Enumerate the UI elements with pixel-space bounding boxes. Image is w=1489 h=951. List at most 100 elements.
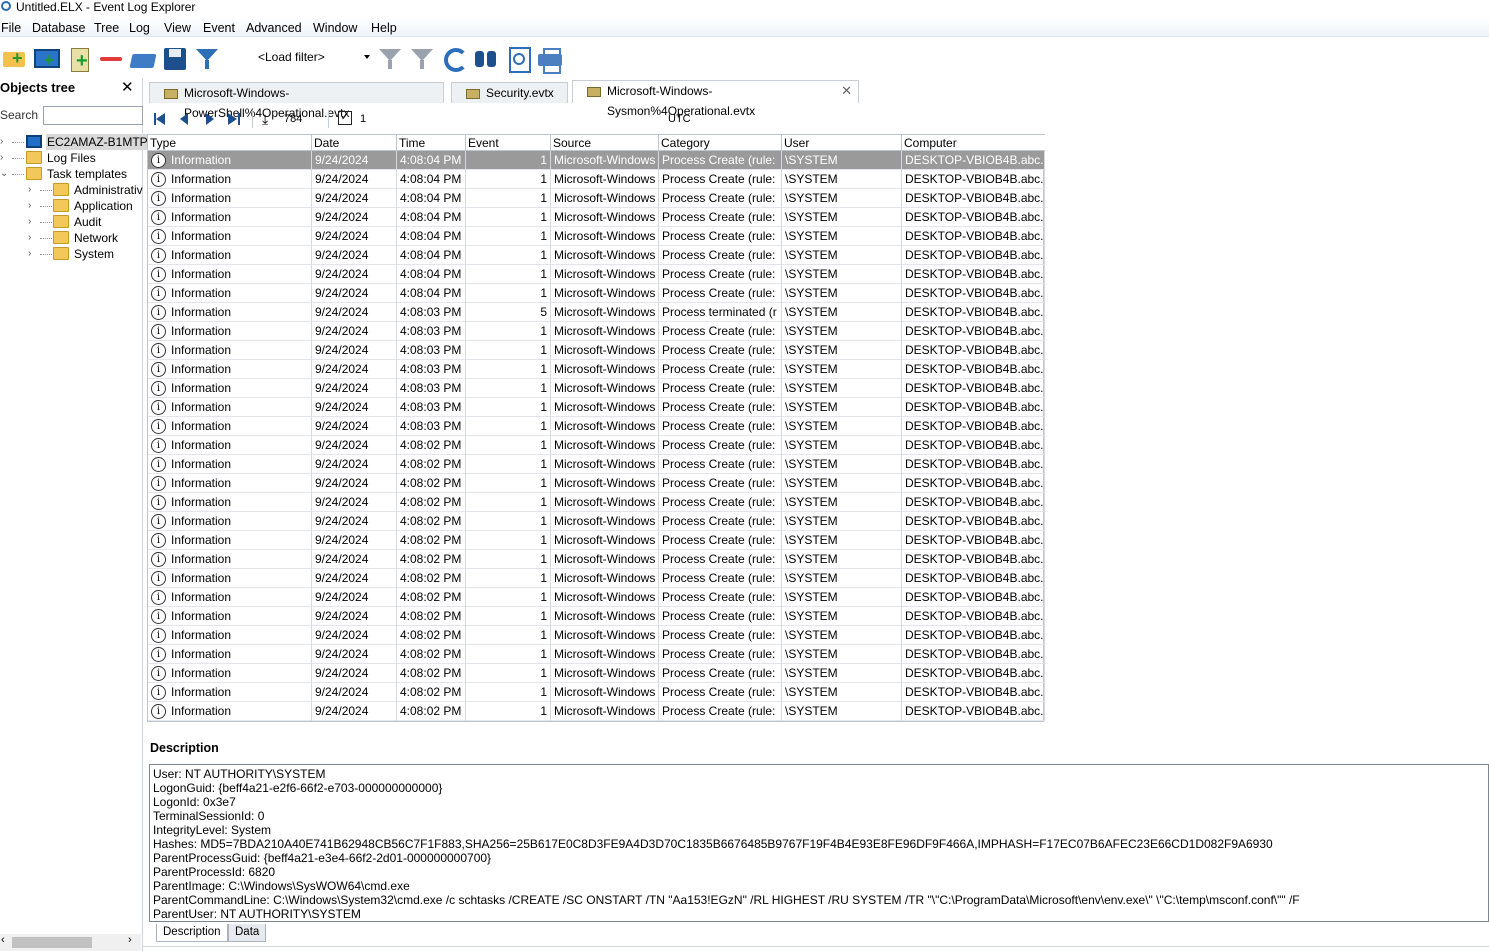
search-input[interactable] (43, 106, 143, 125)
table-row[interactable]: i Information 9/24/2024 4:08:02 PM 1 Microsof… (148, 645, 1045, 664)
table-row[interactable]: i Information 9/24/2024 4:08:04 PM 1 Microsof… (148, 227, 1045, 246)
table-row[interactable]: i Information 9/24/2024 4:08:03 PM 1 Microsof… (148, 379, 1045, 398)
column-header-user[interactable]: User (782, 135, 902, 151)
tree-item-computer[interactable]: › EC2AMAZ-B1MTP (0, 134, 149, 150)
menu-log[interactable]: Log (129, 20, 150, 36)
tree-item-task-templates[interactable]: ⌄ Task templates (0, 166, 143, 182)
expand-icon[interactable]: › (0, 150, 8, 166)
cell-category: Process Create (rule: (659, 588, 782, 607)
column-header-type[interactable]: Type (148, 135, 312, 151)
tree-item-administrative[interactable]: › Administrativ (28, 182, 143, 198)
menu-help[interactable]: Help (371, 20, 397, 36)
expand-icon[interactable]: › (28, 214, 36, 230)
table-row[interactable]: i Information 9/24/2024 4:08:03 PM 1 Microsof… (148, 417, 1045, 436)
table-row[interactable]: i Information 9/24/2024 4:08:03 PM 1 Microsof… (148, 341, 1045, 360)
table-row[interactable]: i Information 9/24/2024 4:08:02 PM 1 Microsof… (148, 531, 1045, 550)
table-row[interactable]: i Information 9/24/2024 4:08:02 PM 1 Microsof… (148, 455, 1045, 474)
tree-item-audit[interactable]: › Audit (28, 214, 143, 230)
add-computer-icon[interactable] (32, 44, 60, 72)
cell-time: 4:08:03 PM (397, 417, 466, 436)
tab-powershell-log[interactable]: Microsoft-Windows-PowerShell%4Operationa… (149, 82, 444, 120)
tree-item-system[interactable]: › System (28, 246, 143, 262)
table-row[interactable]: i Information 9/24/2024 4:08:04 PM 1 Microsof… (148, 284, 1045, 303)
first-page-icon[interactable] (152, 113, 168, 125)
expand-icon[interactable]: › (28, 198, 36, 214)
menu-advanced[interactable]: Advanced (246, 20, 302, 36)
filter-icon[interactable] (193, 44, 221, 72)
tab-data[interactable]: Data (228, 924, 267, 942)
column-header-computer[interactable]: Computer (902, 135, 1045, 151)
scroll-right-icon[interactable]: › (128, 934, 132, 946)
table-row[interactable]: i Information 9/24/2024 4:08:02 PM 1 Microsof… (148, 474, 1045, 493)
load-filter-select[interactable]: <Load filter> (258, 50, 325, 64)
close-icon[interactable]: ✕ (841, 81, 852, 101)
find-icon[interactable] (472, 44, 500, 72)
horizontal-scrollbar[interactable]: ‹ › (0, 934, 141, 951)
expand-icon[interactable]: › (28, 246, 36, 262)
expand-icon[interactable]: › (28, 182, 36, 198)
filter-clear-icon[interactable] (408, 44, 436, 72)
table-row[interactable]: i Information 9/24/2024 4:08:04 PM 1 Microsof… (148, 151, 1045, 170)
table-row[interactable]: i Information 9/24/2024 4:08:04 PM 1 Microsof… (148, 170, 1045, 189)
table-row[interactable]: i Information 9/24/2024 4:08:02 PM 1 Microsof… (148, 664, 1045, 683)
table-row[interactable]: i Information 9/24/2024 4:08:02 PM 1 Microsof… (148, 436, 1045, 455)
tree-item-network[interactable]: › Network (28, 230, 143, 246)
menu-database[interactable]: Database (32, 20, 86, 36)
preview-icon[interactable] (504, 44, 532, 73)
tab-sysmon-log[interactable]: Microsoft-Windows-Sysmon%4Operational.ev… (572, 80, 859, 118)
table-row[interactable]: i Information 9/24/2024 4:08:02 PM 1 Microsof… (148, 569, 1045, 588)
menu-event[interactable]: Event (203, 20, 235, 36)
table-row[interactable]: i Information 9/24/2024 4:08:03 PM 1 Microsof… (148, 398, 1045, 417)
print-icon[interactable] (536, 44, 564, 74)
next-page-icon[interactable] (202, 113, 218, 125)
table-row[interactable]: i Information 9/24/2024 4:08:02 PM 1 Microsof… (148, 512, 1045, 531)
checked-icon[interactable]: ✓ (338, 111, 352, 125)
column-header-category[interactable]: Category (659, 135, 782, 151)
table-row[interactable]: i Information 9/24/2024 4:08:02 PM 1 Microsof… (148, 607, 1045, 626)
menu-window[interactable]: Window (313, 20, 357, 36)
table-row[interactable]: i Information 9/24/2024 4:08:02 PM 1 Microsof… (148, 683, 1045, 702)
refresh-icon[interactable] (440, 44, 468, 72)
last-page-icon[interactable] (226, 113, 242, 125)
expand-icon[interactable]: › (0, 134, 8, 150)
filter-gray-icon[interactable] (376, 44, 404, 72)
close-icon[interactable]: ✕ (121, 78, 134, 96)
menu-file[interactable]: File (1, 20, 21, 36)
expand-icon[interactable]: › (28, 230, 36, 246)
table-row[interactable]: i Information 9/24/2024 4:08:03 PM 5 Microsof… (148, 303, 1045, 322)
tab-description[interactable]: Description (156, 924, 228, 942)
save-icon[interactable] (161, 44, 189, 72)
table-row[interactable]: i Information 9/24/2024 4:08:02 PM 1 Microsof… (148, 702, 1045, 721)
table-row[interactable]: i Information 9/24/2024 4:08:02 PM 1 Microsof… (148, 493, 1045, 512)
column-header-event[interactable]: Event (466, 135, 551, 151)
column-header-time[interactable]: Time (397, 135, 466, 151)
table-row[interactable]: i Information 9/24/2024 4:08:03 PM 1 Microsof… (148, 322, 1045, 341)
previous-page-icon[interactable] (176, 113, 192, 125)
chevron-down-icon[interactable] (364, 55, 370, 59)
collapse-icon[interactable]: ⌄ (0, 166, 8, 182)
table-row[interactable]: i Information 9/24/2024 4:08:03 PM 1 Microsof… (148, 360, 1045, 379)
menu-view[interactable]: View (164, 20, 191, 36)
remove-icon[interactable] (97, 44, 125, 72)
scrollbar-thumb[interactable] (12, 937, 92, 948)
download-icon[interactable]: ⤓ (262, 111, 268, 128)
table-row[interactable]: i Information 9/24/2024 4:08:04 PM 1 Microsof… (148, 246, 1045, 265)
table-row[interactable]: i Information 9/24/2024 4:08:02 PM 1 Microsof… (148, 588, 1045, 607)
table-row[interactable]: i Information 9/24/2024 4:08:04 PM 1 Microsof… (148, 265, 1045, 284)
tree-item-application[interactable]: › Application (28, 198, 143, 214)
open-icon[interactable] (129, 44, 157, 72)
menu-tree[interactable]: Tree (94, 20, 119, 36)
table-row[interactable]: i Information 9/24/2024 4:08:02 PM 1 Microsof… (148, 626, 1045, 645)
tab-security-log[interactable]: Security.evtx (451, 82, 568, 103)
table-row[interactable]: i Information 9/24/2024 4:08:04 PM 1 Microsof… (148, 189, 1045, 208)
description-text[interactable]: User: NT AUTHORITY\SYSTEM LogonGuid: {bef… (149, 764, 1489, 922)
table-row[interactable]: i Information 9/24/2024 4:08:02 PM 1 Microsof… (148, 550, 1045, 569)
scroll-left-icon[interactable]: ‹ (1, 934, 5, 946)
column-header-source[interactable]: Source (551, 135, 659, 151)
add-folder-icon[interactable] (1, 44, 29, 72)
cell-category: Process Create (rule: (659, 284, 782, 303)
column-header-date[interactable]: Date (312, 135, 397, 151)
add-log-icon[interactable] (66, 44, 94, 73)
tree-item-log-files[interactable]: › Log Files (0, 150, 143, 166)
table-row[interactable]: i Information 9/24/2024 4:08:04 PM 1 Microsof… (148, 208, 1045, 227)
